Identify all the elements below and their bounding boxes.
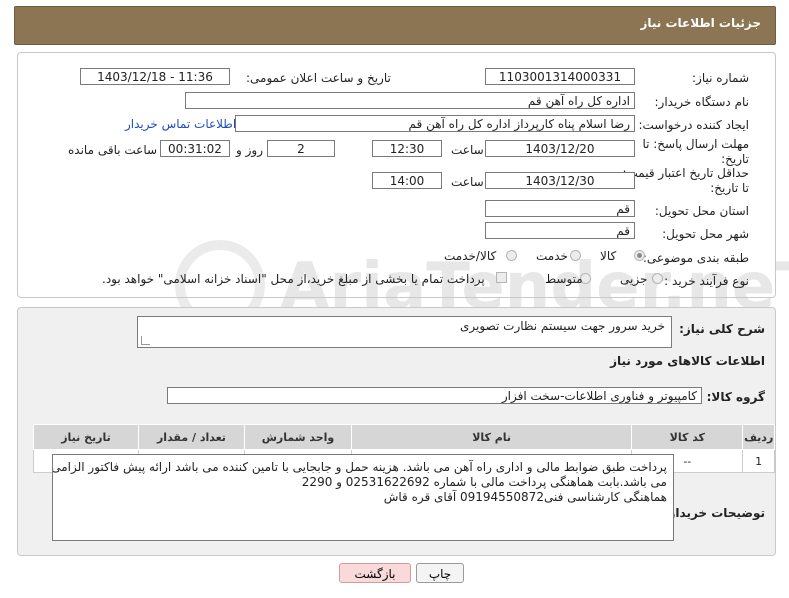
buyer-notes-line-2: می باشد.بابت هماهنگی پرداخت مالی با شمار… [301, 475, 667, 489]
category-radio-service[interactable] [570, 250, 581, 261]
items-table-header: تاریخ نیاز تعداد / مقدار واحد شمارش نام … [33, 424, 775, 450]
reply-deadline-time-field: 12:30 [372, 140, 442, 157]
description-text: خرید سرور جهت سیستم نظارت تصویری [460, 319, 665, 333]
page-header: جزئیات اطلاعات نیاز [14, 6, 776, 45]
reply-deadline-date-field: 1403/12/20 [485, 140, 635, 157]
resize-handle-icon[interactable] [141, 336, 150, 345]
cell-row: 1 [742, 449, 775, 473]
remaining-days-label: روز و [236, 143, 263, 157]
category-radio-goods[interactable] [634, 250, 645, 261]
buyer-org-label: نام دستگاه خریدار: [654, 95, 750, 109]
page-title: جزئیات اطلاعات نیاز [640, 16, 761, 30]
requester-field: رضا اسلام پناه کارپرداز اداره کل راه آهن… [235, 115, 635, 132]
back-button[interactable]: بازگشت [339, 563, 411, 583]
delivery-city-field: قم [485, 222, 635, 239]
price-validity-time-field: 14:00 [372, 172, 442, 189]
delivery-city-label: شهر محل تحویل: [662, 227, 749, 241]
col-unit: واحد شمارش [243, 424, 352, 450]
remaining-time-label: ساعت باقی مانده [68, 143, 158, 157]
remaining-days-field: 2 [267, 140, 335, 157]
buyer-notes-label: توضیحات خریدار: [663, 506, 765, 520]
description-field: خرید سرور جهت سیستم نظارت تصویری [137, 316, 672, 348]
delivery-province-field: قم [485, 200, 635, 217]
buyer-org-field: اداره کل راه آهن قم [185, 92, 635, 109]
price-validity-time-label: ساعت [451, 175, 484, 189]
buyer-notes-line-3: هماهنگی کارشناسی فنی09194550872 آقای قره… [383, 490, 667, 504]
col-date: تاریخ نیاز [33, 424, 139, 450]
announce-datetime-field: 1403/12/18 - 11:36 [80, 68, 230, 85]
category-option-service: خدمت [536, 249, 568, 263]
category-option-goods-service: کالا/خدمت [444, 249, 497, 263]
treasury-payment-checkbox[interactable] [496, 272, 507, 283]
reply-deadline-time-label: ساعت [451, 143, 484, 157]
description-label: شرح کلی نیاز: [679, 322, 765, 336]
requester-label: ایجاد کننده درخواست: [638, 118, 749, 132]
announce-datetime-label: تاریخ و ساعت اعلان عمومی: [246, 71, 391, 85]
reply-deadline-label: مهلت ارسال پاسخ: تا تاریخ: [642, 137, 749, 166]
price-validity-date-field: 1403/12/30 [485, 172, 635, 189]
category-radio-goods-service[interactable] [506, 250, 517, 261]
buyer-notes-line-1: پرداخت طبق ضوابط مالی و اداری راه آهن می… [52, 460, 667, 474]
category-label: طبقه بندی موضوعی: [642, 251, 749, 265]
need-number-label: شماره نیاز: [692, 71, 749, 85]
buyer-notes-field: پرداخت طبق ضوابط مالی و اداری راه آهن می… [52, 454, 674, 541]
items-heading: اطلاعات کالاهای مورد نیاز [610, 354, 765, 368]
process-option-medium: متوسط [545, 272, 583, 286]
category-option-goods: کالا [600, 249, 617, 263]
buyer-contact-link[interactable]: اطلاعات تماس خریدار [125, 117, 236, 131]
delivery-province-label: استان محل تحویل: [654, 204, 749, 218]
goods-group-field: کامپیوتر و فناوری اطلاعات-سخت افزار [167, 387, 702, 404]
need-number-field: 1103001314000331 [485, 68, 635, 85]
treasury-payment-note: پرداخت تمام یا بخشی از مبلغ خرید،از محل … [102, 272, 485, 286]
goods-group-label: گروه کالا: [706, 390, 765, 404]
col-row: ردیف [742, 424, 775, 450]
process-radio-minor[interactable] [652, 273, 663, 284]
col-code: کد کالا [631, 424, 744, 450]
purchase-process-label: نوع فرآیند خرید : [664, 274, 749, 288]
print-button[interactable]: چاپ [416, 563, 464, 583]
col-quantity: تعداد / مقدار [137, 424, 245, 450]
col-name: نام کالا [350, 424, 633, 450]
remaining-time-field: 00:31:02 [160, 140, 230, 157]
process-option-minor: جزیی [620, 272, 648, 286]
